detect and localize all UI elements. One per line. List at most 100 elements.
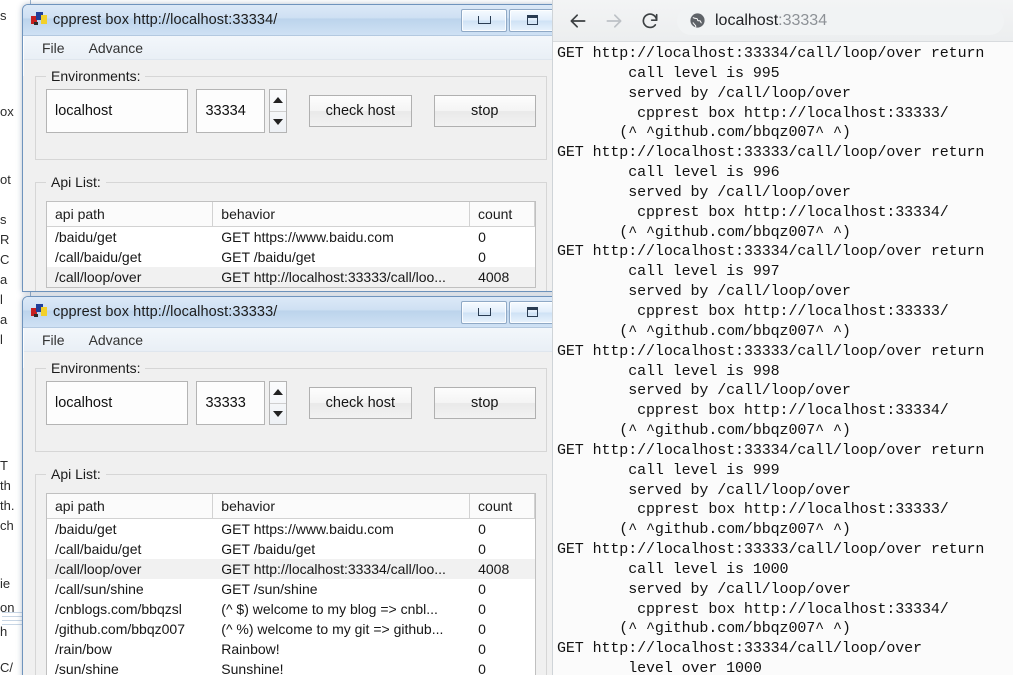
spinner-down-button[interactable] [270,112,286,133]
menu-advance[interactable]: Advance [86,331,146,349]
minimize-button[interactable] [461,8,507,32]
api-table-header: api path behavior count [47,494,535,519]
cell-count: 0 [478,521,486,537]
menu-file[interactable]: File [39,331,68,349]
app-blocks-icon [31,304,47,320]
table-row[interactable]: /baidu/get GET https://www.baidu.com 0 [47,519,535,539]
table-row[interactable]: /baidu/get GET https://www.baidu.com 0 [47,227,535,247]
window-body: Environments: localhost 33333 check host… [23,360,559,675]
spinner-down-button[interactable] [270,404,286,425]
server-log-text: GET http://localhost:33334/call/loop/ove… [557,45,985,675]
browser-pane: localhost:33334 GET http://localhost:333… [552,0,1013,675]
globe-icon [690,13,705,28]
table-row[interactable]: /call/baidu/get GET /baidu/get 0 [47,539,535,559]
arrow-right-icon [606,13,622,28]
triangle-down-icon [273,118,284,125]
caption-buttons [461,300,555,324]
environments-legend: Environments: [46,68,146,84]
port-spinner[interactable] [269,381,288,425]
maximize-icon [526,15,538,25]
background-text-fragment: T [0,458,8,473]
forward-button[interactable] [599,6,629,36]
maximize-button[interactable] [509,8,555,32]
table-row[interactable]: /call/loop/over GET http://localhost:3333… [47,267,535,287]
cell-count: 0 [478,581,486,597]
cell-api-path: /rain/bow [55,641,112,657]
table-row[interactable]: /call/baidu/get GET /baidu/get 0 [47,247,535,267]
window-title: cpprest box http://localhost:33333/ [53,304,278,320]
titlebar[interactable]: cpprest box http://localhost:33334/ [23,5,559,36]
minimize-icon [477,16,491,24]
api-list-legend: Api List: [46,174,106,190]
api-table[interactable]: api path behavior count /baidu/get GET ht… [46,493,536,675]
api-list-group: Api List: api path behavior count /baidu… [35,174,547,291]
browser-toolbar: localhost:33334 [553,0,1013,42]
background-text-fragment: R [0,232,10,247]
column-header-count[interactable]: count [470,494,535,518]
spinner-up-button[interactable] [270,90,287,112]
maximize-button[interactable] [509,300,555,324]
titlebar[interactable]: cpprest box http://localhost:33333/ [23,297,559,328]
column-header-behavior[interactable]: behavior [213,494,471,518]
environments-legend: Environments: [46,360,146,376]
arrow-left-icon [570,13,586,28]
triangle-up-icon [273,389,284,396]
host-input[interactable]: localhost [46,89,189,133]
cell-api-path: /sun/shine [55,661,119,675]
background-text-fragment: ie [0,576,11,591]
table-row[interactable]: /cnblogs.com/bbqzsl (^ $) welcome to my b… [47,599,535,619]
port-spinner[interactable] [269,89,288,133]
background-text-fragment: C/ [0,660,13,675]
minimize-icon [477,308,491,316]
check-host-button[interactable]: check host [309,95,412,127]
cell-behavior: GET http://localhost:33333/call/loo... [221,269,446,285]
stop-button[interactable]: stop [433,387,536,419]
window-cpprest-33334[interactable]: cpprest box http://localhost:33334/ File… [22,4,560,292]
cell-behavior: GET /baidu/get [221,249,316,265]
column-header-api-path[interactable]: api path [47,494,214,518]
triangle-down-icon [273,410,284,417]
stop-button[interactable]: stop [433,95,536,127]
reload-button[interactable] [635,6,665,36]
column-header-behavior[interactable]: behavior [213,202,471,226]
minimize-button[interactable] [461,300,507,324]
menu-advance[interactable]: Advance [86,39,146,57]
background-text-fragment: C [0,252,10,267]
screen-root: s ox ot s R Ca l a l Tth th. ch ie on h C/ cpprest box … [0,0,1013,675]
window-cpprest-33333[interactable]: cpprest box http://localhost:33333/ File… [22,296,560,675]
cell-behavior: Rainbow! [221,641,280,657]
cell-count: 0 [478,601,486,617]
spinner-up-button[interactable] [270,382,287,404]
window-title: cpprest box http://localhost:33334/ [53,12,278,28]
table-row[interactable]: /sun/shine Sunshine! 0 [47,659,535,675]
port-input[interactable]: 33334 [196,89,266,133]
cell-api-path: /call/baidu/get [55,541,142,557]
url-host: localhost [715,11,779,29]
check-host-button[interactable]: check host [309,387,412,419]
back-button[interactable] [563,6,593,36]
api-table[interactable]: api path behavior count /baidu/get GET ht… [46,201,536,288]
background-text-fragment: ox [0,104,14,119]
cell-api-path: /baidu/get [55,521,117,537]
table-row[interactable]: /call/sun/shine GET /sun/shine 0 [47,579,535,599]
table-row[interactable]: /rain/bow Rainbow! 0 [47,639,535,659]
table-row[interactable]: /call/loop/over GET http://localhost:3333… [47,559,535,579]
cell-api-path: /cnblogs.com/bbqzsl [55,601,182,617]
column-header-api-path[interactable]: api path [47,202,214,226]
cell-behavior: (^ $) welcome to my blog => cnbl... [221,601,438,617]
column-header-count[interactable]: count [470,202,535,226]
cell-behavior: GET https://www.baidu.com [221,521,394,537]
table-row[interactable]: /github.com/bbqz007 (^ %) welcome to my g… [47,619,535,639]
host-input[interactable]: localhost [46,381,189,425]
cell-behavior: Sunshine! [221,661,284,675]
menu-file[interactable]: File [39,39,68,57]
address-bar[interactable]: localhost:33334 [677,6,1004,35]
api-table-body: /baidu/get GET https://www.baidu.com 0/cal… [47,227,535,287]
environments-group: Environments: localhost 33333 check host… [35,360,547,452]
menubar: File Advance [23,36,559,60]
port-input[interactable]: 33333 [196,381,266,425]
cell-count: 0 [478,249,486,265]
background-text-fragment: th [0,478,11,493]
cell-count: 0 [478,621,486,637]
cell-count: 0 [478,541,486,557]
